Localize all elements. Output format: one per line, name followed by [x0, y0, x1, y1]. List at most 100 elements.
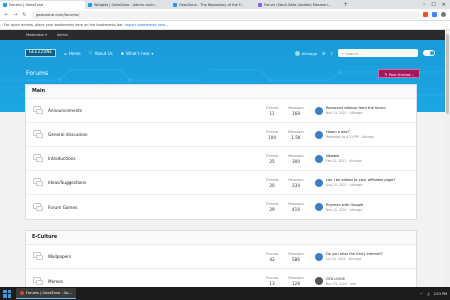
latest-post-meta: Jun 24, 2021 · Akinaga	[326, 257, 362, 261]
latest-post: GTA LOGIC Nov 23, 2020 · Arik	[308, 277, 416, 286]
favicon-icon	[258, 3, 262, 7]
latest-post-title[interactable]: can I be added to your affiliates page?	[326, 178, 395, 182]
threads-label: Threads	[265, 105, 279, 110]
browser-tab[interactable]: Forum (Stack Beta Update) Mesmeri...	[255, 1, 340, 9]
browser-tab[interactable]: Widgets | GeezZone - Admin contr...	[85, 1, 170, 9]
back-icon[interactable]: ←	[4, 12, 9, 18]
latest-post-title[interactable]: Removed sidebar from the forum	[326, 106, 386, 110]
extension-icon[interactable]	[423, 12, 428, 17]
threads-stat: Threads 104	[260, 130, 284, 140]
page-header: Forums ✎ Post thread...	[0, 66, 450, 80]
latest-post-title[interactable]: Hoom a day?	[326, 130, 374, 134]
latest-post: Newbie Feb 22, 2021 · Akinaga	[308, 154, 416, 163]
category-title[interactable]: Main	[26, 85, 416, 99]
avatar[interactable]	[315, 277, 323, 285]
threads-label: Threads	[265, 177, 279, 182]
messages-stat: Messages 128	[284, 276, 308, 286]
forum-row: General discussion Threads 104 Messages …	[26, 123, 416, 147]
admin-link[interactable]: Admin	[57, 33, 68, 37]
forward-icon[interactable]: →	[13, 12, 18, 18]
threads-label: Threads	[265, 202, 279, 206]
messages-count: 416	[292, 207, 300, 212]
home-icon: ⌂	[64, 50, 67, 56]
site-logo[interactable]: GEEZZONE	[25, 49, 57, 57]
system-tray: ◠ ♫ 2:11 PM	[420, 292, 447, 296]
category-block: E-Culture Wallpapers Threads 42 Messages…	[25, 230, 417, 294]
post-thread-button[interactable]: ✎ Post thread...	[378, 68, 420, 78]
avatar[interactable]	[315, 106, 323, 115]
threads-stat: Threads 11	[260, 106, 284, 116]
browser-tab[interactable]: GeezZone - The Repository of the F...	[170, 1, 255, 9]
forum-icon	[33, 154, 43, 163]
profile-icon[interactable]	[441, 12, 446, 17]
messages-stat: Messages 168	[284, 106, 308, 116]
windows-start-icon[interactable]	[3, 289, 11, 298]
forum-row: Ideas/Suggestions Threads 20 Messages 23…	[26, 171, 416, 195]
scrollbar-thumb[interactable]	[446, 34, 449, 114]
maximize-icon[interactable]: ☐	[431, 1, 435, 9]
latest-post-title[interactable]: Do you miss the Early Internet?	[326, 252, 383, 256]
nav-home[interactable]: ⌂ Home	[64, 51, 80, 56]
reload-icon[interactable]: ↻	[22, 12, 27, 18]
moderator-menu[interactable]: Moderator ▾	[26, 33, 47, 37]
threads-label: Threads	[265, 129, 279, 134]
taskbar-app[interactable]: Forums | GeezZone - Go...	[16, 288, 76, 299]
nav-whats-new[interactable]: ✱ What's new ▾	[121, 51, 154, 56]
url-input[interactable]: geezzone.com/forums/	[31, 10, 419, 19]
staff-bar: Moderator ▾ Admin	[0, 30, 450, 40]
forum-row: Introductions Threads 25 Messages 300 Ne…	[26, 147, 416, 171]
new-tab-button[interactable]: +	[340, 1, 351, 9]
extension-icon[interactable]	[432, 12, 437, 17]
search-icon: ⌕	[341, 50, 344, 56]
network-icon[interactable]: ◠	[420, 292, 423, 296]
forum-row: Announcements Threads 11 Messages 168 Re…	[26, 99, 416, 123]
mail-icon[interactable]: ✉	[322, 51, 325, 56]
latest-post: Hoom a day? Yesterday at 4:23 PM · Akina…	[308, 130, 416, 139]
close-icon[interactable]: ✕	[442, 1, 446, 9]
chevron-down-icon: ▾	[151, 50, 154, 56]
forum-title[interactable]: Introductions	[48, 156, 260, 161]
threads-count: 20	[269, 182, 275, 188]
avatar[interactable]	[315, 178, 323, 187]
latest-post-title[interactable]: GTA LOGIC	[326, 277, 356, 281]
forum-title[interactable]: General discussion	[48, 132, 260, 137]
style-toggle[interactable]	[423, 50, 435, 56]
forum-title[interactable]: Wallpapers	[48, 254, 260, 259]
bell-icon[interactable]: ♪	[330, 51, 333, 56]
main-nav: GEEZZONE ⌂ Home ⓘ About Us ✱ What's new ▾ Ak…	[25, 47, 435, 59]
user-menu[interactable]: Akinaga	[294, 50, 317, 56]
bookmarks-bar: For quick access, place your bookmarks h…	[0, 21, 450, 30]
forum-title[interactable]: Announcements	[48, 108, 260, 113]
latest-post: can I be added to your affiliates page? …	[308, 178, 416, 187]
category-title[interactable]: E-Culture	[26, 231, 416, 245]
minimize-icon[interactable]: –	[423, 1, 426, 9]
avatar[interactable]	[315, 203, 323, 211]
latest-post-title[interactable]: Newbie	[326, 154, 362, 158]
nav-about-us[interactable]: ⓘ About Us	[89, 50, 113, 56]
latest-post-meta: Nov 23, 2020 · Arik	[326, 281, 356, 286]
messages-label: Messages	[288, 202, 304, 206]
bulb-icon: ✱	[120, 50, 125, 56]
forum-title[interactable]: Ideas/Suggestions	[48, 180, 260, 185]
messages-label: Messages	[288, 129, 304, 134]
page-title: Forums	[26, 69, 49, 77]
import-bookmarks-link[interactable]: Import bookmarks now...	[125, 23, 168, 27]
latest-post: Rhymes with Google Nov 12, 2021 · Akinag…	[308, 203, 416, 212]
search-input[interactable]: ⌕ Search...	[338, 49, 418, 57]
forum-title[interactable]: Memes	[48, 279, 260, 284]
avatar[interactable]	[315, 252, 323, 261]
scrollbar[interactable]	[445, 30, 450, 287]
forum-icon	[33, 130, 43, 139]
browser-tab[interactable]: Forums | GeezZone	[0, 1, 85, 9]
forum-title[interactable]: Forum Games	[48, 205, 260, 210]
volume-icon[interactable]: ♫	[427, 292, 430, 296]
messages-stat: Messages 416	[284, 202, 308, 212]
forum-list: Main Announcements Threads 11 Messages 1…	[25, 84, 417, 300]
messages-label: Messages	[288, 153, 304, 158]
messages-count: 168	[292, 110, 300, 116]
browser-tab-strip: Forums | GeezZone Widgets | GeezZone - A…	[0, 0, 450, 9]
latest-post-title[interactable]: Rhymes with Google	[326, 203, 363, 207]
avatar[interactable]	[315, 154, 323, 163]
avatar[interactable]	[315, 130, 323, 139]
clock[interactable]: 2:11 PM	[434, 292, 447, 296]
